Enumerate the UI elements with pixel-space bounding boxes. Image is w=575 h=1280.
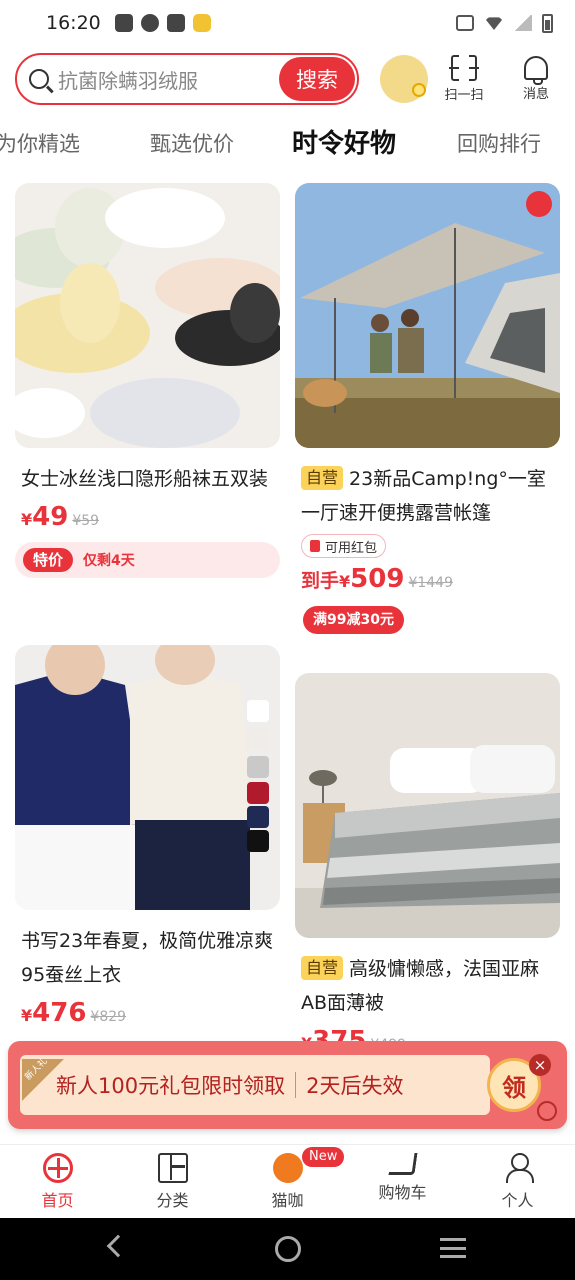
cat-cafe-icon (272, 1153, 303, 1183)
nav-label: 猫咖 (271, 1191, 304, 1210)
original-price: ¥829 (90, 1009, 127, 1025)
tab-seasonal[interactable]: 时令好物 (292, 122, 396, 166)
promo-countdown: 仅剩4天 (83, 553, 135, 569)
nav-cart[interactable]: 购物车 (345, 1145, 460, 1218)
close-icon[interactable]: × (529, 1054, 551, 1076)
price-row: ¥ 476 ¥829 (15, 998, 280, 1028)
menu-icon[interactable] (440, 1238, 466, 1258)
nav-label: 购物车 (378, 1183, 427, 1202)
banner-text-offer: 新人100元礼包限时领取 (56, 1074, 286, 1098)
system-indicators (456, 13, 553, 33)
home-circle-icon[interactable] (275, 1236, 301, 1262)
promo-tag: 特价 (23, 548, 74, 572)
promo-pill: 特价 仅剩4天 (15, 542, 280, 578)
quilt-image (295, 673, 560, 938)
price-currency: ¥ (21, 510, 33, 529)
price: 509 (350, 564, 405, 594)
new-user-gift-banner[interactable]: 新人100元礼包限时领取 2天后失效 新人礼 领 × (8, 1041, 567, 1129)
avatar[interactable] (380, 55, 428, 103)
product-card[interactable]: 自营 23新品Camp!ng°一室一厅速开便携露营帐篷 可用红包 到手 ¥ 509… (295, 183, 560, 634)
back-icon[interactable] (106, 1234, 130, 1258)
home-icon (42, 1153, 73, 1183)
bottom-nav: 首页 分类 New 猫咖 购物车 个人 (0, 1144, 575, 1218)
search-button[interactable]: 搜索 (279, 57, 355, 101)
status-bar: 16:20 (0, 0, 575, 46)
nav-category[interactable]: 分类 (115, 1145, 230, 1218)
product-title: 女士冰丝浅口隐形船袜五双装 (21, 468, 269, 490)
coupon-badge: 满99减30元 (303, 606, 404, 634)
redpacket-label: 可用红包 (325, 540, 378, 556)
price-row: ¥ 49 ¥59 (15, 502, 280, 532)
nav-label: 分类 (156, 1191, 189, 1210)
banner-content[interactable]: 新人100元礼包限时领取 2天后失效 (20, 1055, 490, 1115)
nav-label: 首页 (41, 1191, 74, 1210)
message-button[interactable]: 消息 (512, 56, 560, 102)
socks-image (15, 183, 280, 448)
nav-profile[interactable]: 个人 (460, 1145, 575, 1218)
product-title: 自营 高级慵懒感，法国亚麻AB面薄被 (295, 952, 560, 1020)
price-currency: ¥ (339, 572, 351, 591)
wifi-icon (484, 17, 504, 30)
search-bar[interactable]: 抗菌除螨羽绒服 搜索 (15, 53, 359, 105)
scan-icon (449, 54, 479, 82)
header: 抗菌除螨羽绒服 搜索 扫一扫 消息 (15, 52, 560, 106)
status-time: 16:20 (46, 12, 101, 34)
product-title: 自营 23新品Camp!ng°一室一厅速开便携露营帐篷 (295, 462, 560, 530)
product-title: 书写23年春夏，极简优雅凉爽95蚕丝上衣 (21, 930, 274, 986)
product-image[interactable] (15, 183, 280, 448)
bell-icon (524, 56, 548, 85)
cart-icon (387, 1153, 418, 1175)
redpacket-icon (310, 540, 320, 552)
scan-label: 扫一扫 (444, 88, 484, 103)
nav-home[interactable]: 首页 (0, 1145, 115, 1218)
tent-image (295, 183, 560, 448)
tab-best-price[interactable]: 甄选优价 (150, 122, 234, 166)
user-icon (505, 1153, 534, 1183)
tab-for-you[interactable]: 为你精选 (0, 122, 80, 166)
price-currency: ¥ (21, 1006, 33, 1025)
price-row: 到手 ¥ 509 ¥1449 (295, 564, 560, 594)
product-card[interactable]: 女士冰丝浅口隐形船袜五双装 ¥ 49 ¥59 特价 仅剩4天 (15, 183, 280, 578)
brand-logo-icon (537, 1101, 557, 1121)
product-card[interactable]: 自营高级慵懒感，法国亚麻AB面薄被 ¥ 375 ¥499 (295, 673, 560, 1056)
check-icon (140, 14, 159, 32)
product-image[interactable] (295, 673, 560, 938)
original-price: ¥59 (72, 513, 100, 529)
message-label: 消息 (522, 87, 549, 102)
price: 476 (32, 998, 87, 1028)
signal-icon (514, 15, 532, 31)
silk-top-image (15, 645, 280, 910)
app-icon (166, 14, 185, 32)
original-price: ¥1449 (408, 575, 453, 591)
banner-divider (295, 1072, 297, 1098)
self-operated-tag: 自营 (301, 466, 344, 490)
new-badge: New (302, 1147, 345, 1167)
notification-icon (114, 14, 133, 32)
notification-icons (114, 14, 211, 32)
nav-cat-cafe[interactable]: New 猫咖 (230, 1145, 345, 1218)
nav-label: 个人 (501, 1191, 534, 1210)
ranking-icon[interactable] (526, 191, 552, 217)
cat-icon (192, 14, 211, 32)
tab-rebuy-ranking[interactable]: 回购排行 (457, 122, 541, 166)
banner-text-expiry: 2天后失效 (306, 1074, 404, 1098)
product-image[interactable] (295, 183, 560, 448)
price-prefix: 到手 (301, 570, 340, 592)
battery-icon (542, 13, 553, 33)
redpacket-tag: 可用红包 (301, 534, 387, 558)
system-nav-bar (0, 1218, 575, 1280)
price: 49 (32, 502, 69, 532)
search-icon (29, 69, 49, 89)
vibrate-icon (456, 15, 474, 31)
product-card[interactable]: 书写23年春夏，极简优雅凉爽95蚕丝上衣 ¥ 476 ¥829 (15, 645, 280, 1028)
category-tabs: 为你精选 甄选优价 时令好物 回购排行 (0, 122, 575, 166)
self-operated-tag: 自营 (301, 956, 344, 980)
product-image[interactable] (15, 645, 280, 910)
category-icon (157, 1153, 188, 1183)
scan-button[interactable]: 扫一扫 (440, 54, 488, 103)
